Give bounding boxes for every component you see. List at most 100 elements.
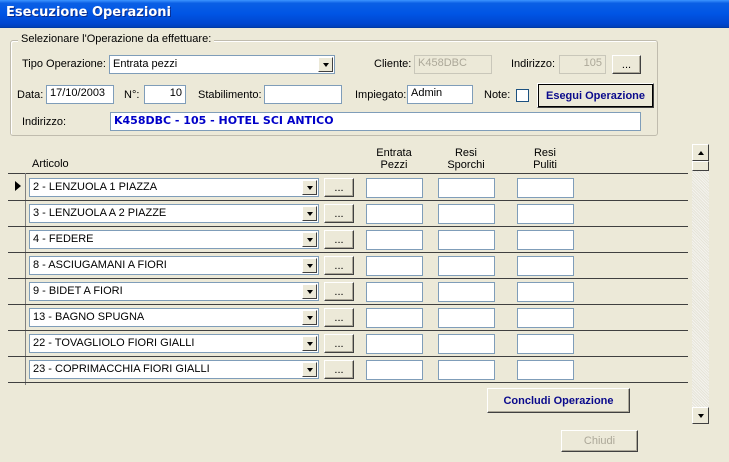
articolo-lookup-button[interactable]: ... — [324, 360, 354, 379]
resi-puliti-field[interactable] — [517, 334, 574, 354]
dropdown-button[interactable] — [318, 57, 333, 72]
articolo-value: 22 - TOVAGLIOLO FIORI GIALLI — [33, 337, 195, 349]
resi-puliti-field[interactable] — [517, 308, 574, 328]
entrata-pezzi-field[interactable] — [366, 230, 423, 250]
vertical-scrollbar[interactable] — [692, 144, 709, 424]
row-divider — [8, 382, 688, 383]
articolo-select[interactable]: 9 - BIDET A FIORI — [29, 282, 319, 301]
impiegato-field[interactable]: Admin — [407, 85, 473, 104]
entrata-pezzi-field[interactable] — [366, 282, 423, 302]
articolo-lookup-button[interactable]: ... — [324, 308, 354, 327]
col-header-articolo: Articolo — [32, 158, 69, 170]
articolo-select[interactable]: 23 - COPRIMACCHIA FIORI GIALLI — [29, 360, 319, 379]
scroll-thumb[interactable] — [692, 161, 709, 171]
dropdown-button[interactable] — [302, 258, 317, 273]
data-field[interactable]: 17/10/2003 — [46, 85, 114, 104]
concludi-operazione-button[interactable]: Concludi Operazione — [487, 388, 630, 413]
articolo-value: 2 - LENZUOLA 1 PIAZZA — [33, 181, 158, 193]
row-divider — [8, 330, 688, 331]
stabilimento-field[interactable] — [264, 85, 342, 104]
entrata-pezzi-field[interactable] — [366, 178, 423, 198]
dropdown-button[interactable] — [302, 284, 317, 299]
articolo-select[interactable]: 8 - ASCIUGAMANI A FIORI — [29, 256, 319, 275]
resi-sporchi-field[interactable] — [438, 178, 495, 198]
articolo-lookup-button[interactable]: ... — [324, 230, 354, 249]
articolo-select[interactable]: 22 - TOVAGLIOLO FIORI GIALLI — [29, 334, 319, 353]
resi-sporchi-field[interactable] — [438, 334, 495, 354]
chevron-down-icon — [306, 263, 313, 268]
articolo-value: 13 - BAGNO SPUGNA — [33, 311, 145, 323]
row-divider — [8, 356, 688, 357]
resi-puliti-field[interactable] — [517, 282, 574, 302]
indirizzo-full-label: Indirizzo: — [22, 116, 67, 128]
articolo-value: 4 - FEDERE — [33, 233, 94, 245]
entrata-pezzi-field[interactable] — [366, 334, 423, 354]
cliente-field[interactable]: K458DBC — [414, 55, 492, 74]
window-title: Esecuzione Operazioni — [6, 5, 171, 20]
note-checkbox[interactable] — [516, 89, 529, 102]
tipo-operazione-select[interactable]: Entrata pezzi — [109, 55, 335, 74]
row-selector[interactable] — [10, 255, 23, 275]
esegui-operazione-button[interactable]: Esegui Operazione — [537, 83, 654, 108]
resi-sporchi-field[interactable] — [438, 256, 495, 276]
tipo-operazione-value: Entrata pezzi — [113, 58, 178, 70]
scroll-up-button[interactable] — [692, 144, 709, 161]
row-selector[interactable] — [10, 229, 23, 249]
dropdown-button[interactable] — [302, 180, 317, 195]
numero-field[interactable]: 10 — [144, 85, 186, 104]
resi-puliti-field[interactable] — [517, 204, 574, 224]
articolo-select[interactable]: 3 - LENZUOLA A 2 PIAZZE — [29, 204, 319, 223]
note-label: Note: — [484, 89, 511, 101]
dropdown-button[interactable] — [302, 310, 317, 325]
indirizzo-code-field[interactable]: 105 — [559, 55, 606, 74]
current-row-arrow-icon — [15, 181, 21, 191]
chevron-down-icon — [306, 341, 313, 346]
articolo-lookup-button[interactable]: ... — [324, 256, 354, 275]
resi-sporchi-field[interactable] — [438, 230, 495, 250]
resi-puliti-field[interactable] — [517, 360, 574, 380]
entrata-pezzi-field[interactable] — [366, 256, 423, 276]
dropdown-button[interactable] — [302, 362, 317, 377]
indirizzo-full-field[interactable]: K458DBC - 105 - HOTEL SCI ANTICO — [110, 112, 641, 131]
resi-sporchi-field[interactable] — [438, 204, 495, 224]
articolo-value: 8 - ASCIUGAMANI A FIORI — [33, 259, 167, 271]
entrata-pezzi-field[interactable] — [366, 204, 423, 224]
groupbox-title: Selezionare l'Operazione da effettuare: — [18, 33, 215, 45]
row-selector[interactable] — [10, 203, 23, 223]
entrata-pezzi-field[interactable] — [366, 360, 423, 380]
indirizzo-lookup-button[interactable]: ... — [612, 55, 641, 74]
articolo-lookup-button[interactable]: ... — [324, 204, 354, 223]
entrata-pezzi-field[interactable] — [366, 308, 423, 328]
row-selector[interactable] — [10, 281, 23, 301]
row-selector[interactable] — [10, 333, 23, 353]
scroll-down-button[interactable] — [692, 407, 709, 424]
resi-puliti-field[interactable] — [517, 178, 574, 198]
articolo-value: 3 - LENZUOLA A 2 PIAZZE — [33, 207, 167, 219]
articolo-select[interactable]: 2 - LENZUOLA 1 PIAZZA — [29, 178, 319, 197]
row-selector[interactable] — [10, 307, 23, 327]
dropdown-button[interactable] — [302, 232, 317, 247]
chiudi-button[interactable]: Chiudi — [561, 430, 638, 452]
col-header-puliti: Resi Puliti — [517, 147, 573, 171]
articolo-lookup-button[interactable]: ... — [324, 178, 354, 197]
resi-sporchi-field[interactable] — [438, 308, 495, 328]
title-bar[interactable]: Esecuzione Operazioni — [0, 0, 729, 28]
dropdown-button[interactable] — [302, 206, 317, 221]
row-selector[interactable] — [10, 359, 23, 379]
articolo-lookup-button[interactable]: ... — [324, 282, 354, 301]
articolo-select[interactable]: 13 - BAGNO SPUGNA — [29, 308, 319, 327]
row-divider — [8, 226, 688, 227]
row-selector[interactable] — [10, 177, 23, 197]
chevron-down-icon — [322, 62, 329, 67]
row-divider — [8, 200, 688, 201]
dropdown-button[interactable] — [302, 336, 317, 351]
articolo-select[interactable]: 4 - FEDERE — [29, 230, 319, 249]
col-header-sporchi-line1: Resi — [454, 147, 477, 159]
resi-puliti-field[interactable] — [517, 256, 574, 276]
resi-puliti-field[interactable] — [517, 230, 574, 250]
row-divider — [8, 252, 688, 253]
chevron-down-icon — [306, 289, 313, 294]
resi-sporchi-field[interactable] — [438, 282, 495, 302]
articolo-lookup-button[interactable]: ... — [324, 334, 354, 353]
resi-sporchi-field[interactable] — [438, 360, 495, 380]
